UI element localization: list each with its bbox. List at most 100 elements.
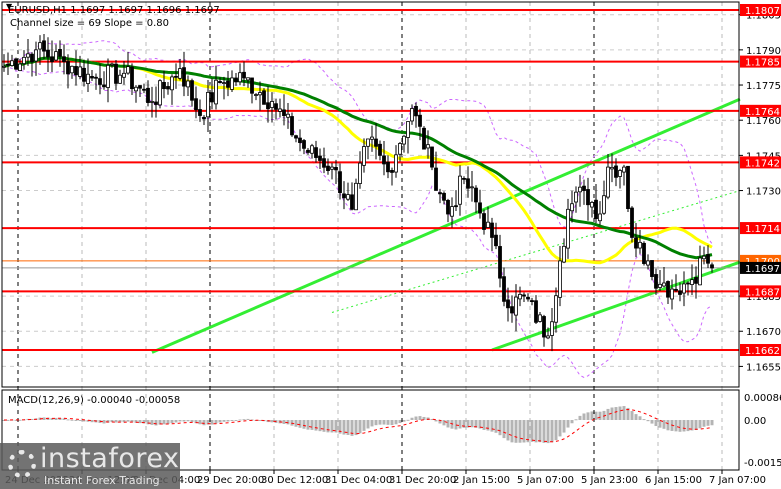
price-tick-label: 1.1760 <box>746 116 781 127</box>
macd-histogram-bar <box>414 416 418 420</box>
candle-body <box>134 86 138 92</box>
macd-histogram-bar <box>558 420 562 437</box>
candle-body <box>486 221 490 228</box>
candle-body <box>334 167 338 171</box>
candle-body <box>346 194 350 200</box>
macd-histogram-bar <box>78 420 82 421</box>
candle-body <box>390 170 394 173</box>
candle-body <box>130 66 134 90</box>
macd-histogram-bar <box>650 420 654 424</box>
macd-histogram-bar <box>702 420 706 427</box>
candle-body <box>366 138 370 147</box>
candle-body <box>674 288 678 291</box>
candle-body <box>650 260 654 277</box>
macd-histogram-bar <box>586 412 590 420</box>
candle-body <box>586 189 590 206</box>
candle-body <box>594 199 598 220</box>
macd-histogram-bar <box>514 420 518 443</box>
candle-body <box>58 49 62 57</box>
candle-body <box>670 288 674 300</box>
candle-body <box>238 72 242 83</box>
candle-body <box>602 195 606 214</box>
candle-body <box>542 316 546 338</box>
candle-body <box>70 65 74 74</box>
time-label: 29 Dec 20:00 <box>197 475 264 486</box>
candle-body <box>78 66 82 77</box>
candle-body <box>326 165 330 171</box>
candle-body <box>114 63 118 84</box>
collapse-arrow-icon[interactable]: ▼ <box>6 2 13 11</box>
candle-body <box>178 68 182 79</box>
candle-body <box>254 94 258 96</box>
candle-body <box>218 81 222 84</box>
candle-body <box>322 158 326 168</box>
channel-info: Channel size = 69 Slope = 0.80 <box>10 18 169 29</box>
level-tag-label: 1.1764 <box>745 107 780 118</box>
macd-histogram-bar <box>238 419 242 421</box>
candle-body <box>538 314 542 322</box>
candle-body <box>210 92 214 103</box>
macd-label: MACD(12,26,9) -0.00040 -0.00058 <box>8 395 180 406</box>
candle-body <box>174 75 178 78</box>
candle-body <box>362 146 366 166</box>
candle-body <box>330 166 334 170</box>
candle-body <box>658 283 662 288</box>
price-chart[interactable]: 0.000860.00-0.00156 1.18051.17901.17751.… <box>0 0 781 489</box>
macd-histogram-bar <box>506 420 510 441</box>
candle-body <box>566 208 570 249</box>
candle-body <box>126 66 130 74</box>
candle-body <box>622 166 626 173</box>
candle-body <box>262 90 266 105</box>
macd-histogram-bar <box>570 420 574 424</box>
candle-body <box>506 299 510 309</box>
macd-histogram-bar <box>174 420 178 423</box>
candle-body <box>462 177 466 180</box>
macd-histogram-bar <box>146 420 150 425</box>
price-tick-label: 1.1655 <box>746 362 781 373</box>
candle-body <box>694 277 698 284</box>
candle-body <box>282 109 286 116</box>
macd-histogram-bar <box>458 420 462 429</box>
candle-body <box>678 290 682 295</box>
time-label: 7 Jan 07:00 <box>709 475 766 486</box>
candle-body <box>578 186 582 193</box>
candle-body <box>66 61 70 75</box>
macd-histogram-bar <box>354 420 358 436</box>
candle-body <box>270 101 274 108</box>
candle-body <box>342 193 346 199</box>
candle-body <box>6 63 10 66</box>
time-label: 5 Jan 07:00 <box>517 475 574 486</box>
candle-body <box>190 80 194 101</box>
candle-body <box>146 87 150 103</box>
candle-body <box>142 88 146 91</box>
candle-body <box>14 58 18 70</box>
candle-body <box>450 206 454 217</box>
macd-histogram-bar <box>526 420 530 443</box>
candle-body <box>202 117 206 120</box>
candle-body <box>194 98 198 111</box>
macd-histogram-bar <box>642 419 646 421</box>
candle-body <box>266 102 270 110</box>
macd-histogram-bar <box>374 420 378 426</box>
candle-body <box>314 147 318 158</box>
candle-body <box>562 245 566 263</box>
macd-histogram-bar <box>314 420 318 431</box>
candle-body <box>710 264 714 269</box>
macd-histogram-bar <box>686 420 690 432</box>
candle-body <box>306 149 310 153</box>
candle-body <box>258 92 262 96</box>
macd-histogram-bar <box>630 411 634 420</box>
macd-histogram-bar <box>230 420 234 421</box>
macd-histogram-bar <box>614 407 618 420</box>
candle-body <box>554 295 558 323</box>
macd-histogram-bar <box>390 420 394 426</box>
macd-histogram-bar <box>682 420 686 432</box>
price-tick-label: 1.1730 <box>746 187 781 198</box>
time-label: 2 Jan 15:00 <box>453 475 510 486</box>
macd-histogram-bar <box>594 411 598 420</box>
candle-body <box>494 234 498 247</box>
macd-histogram-bar <box>402 420 406 422</box>
candle-body <box>446 199 450 215</box>
macd-histogram-bar <box>678 420 682 432</box>
macd-histogram-bar <box>298 420 302 428</box>
